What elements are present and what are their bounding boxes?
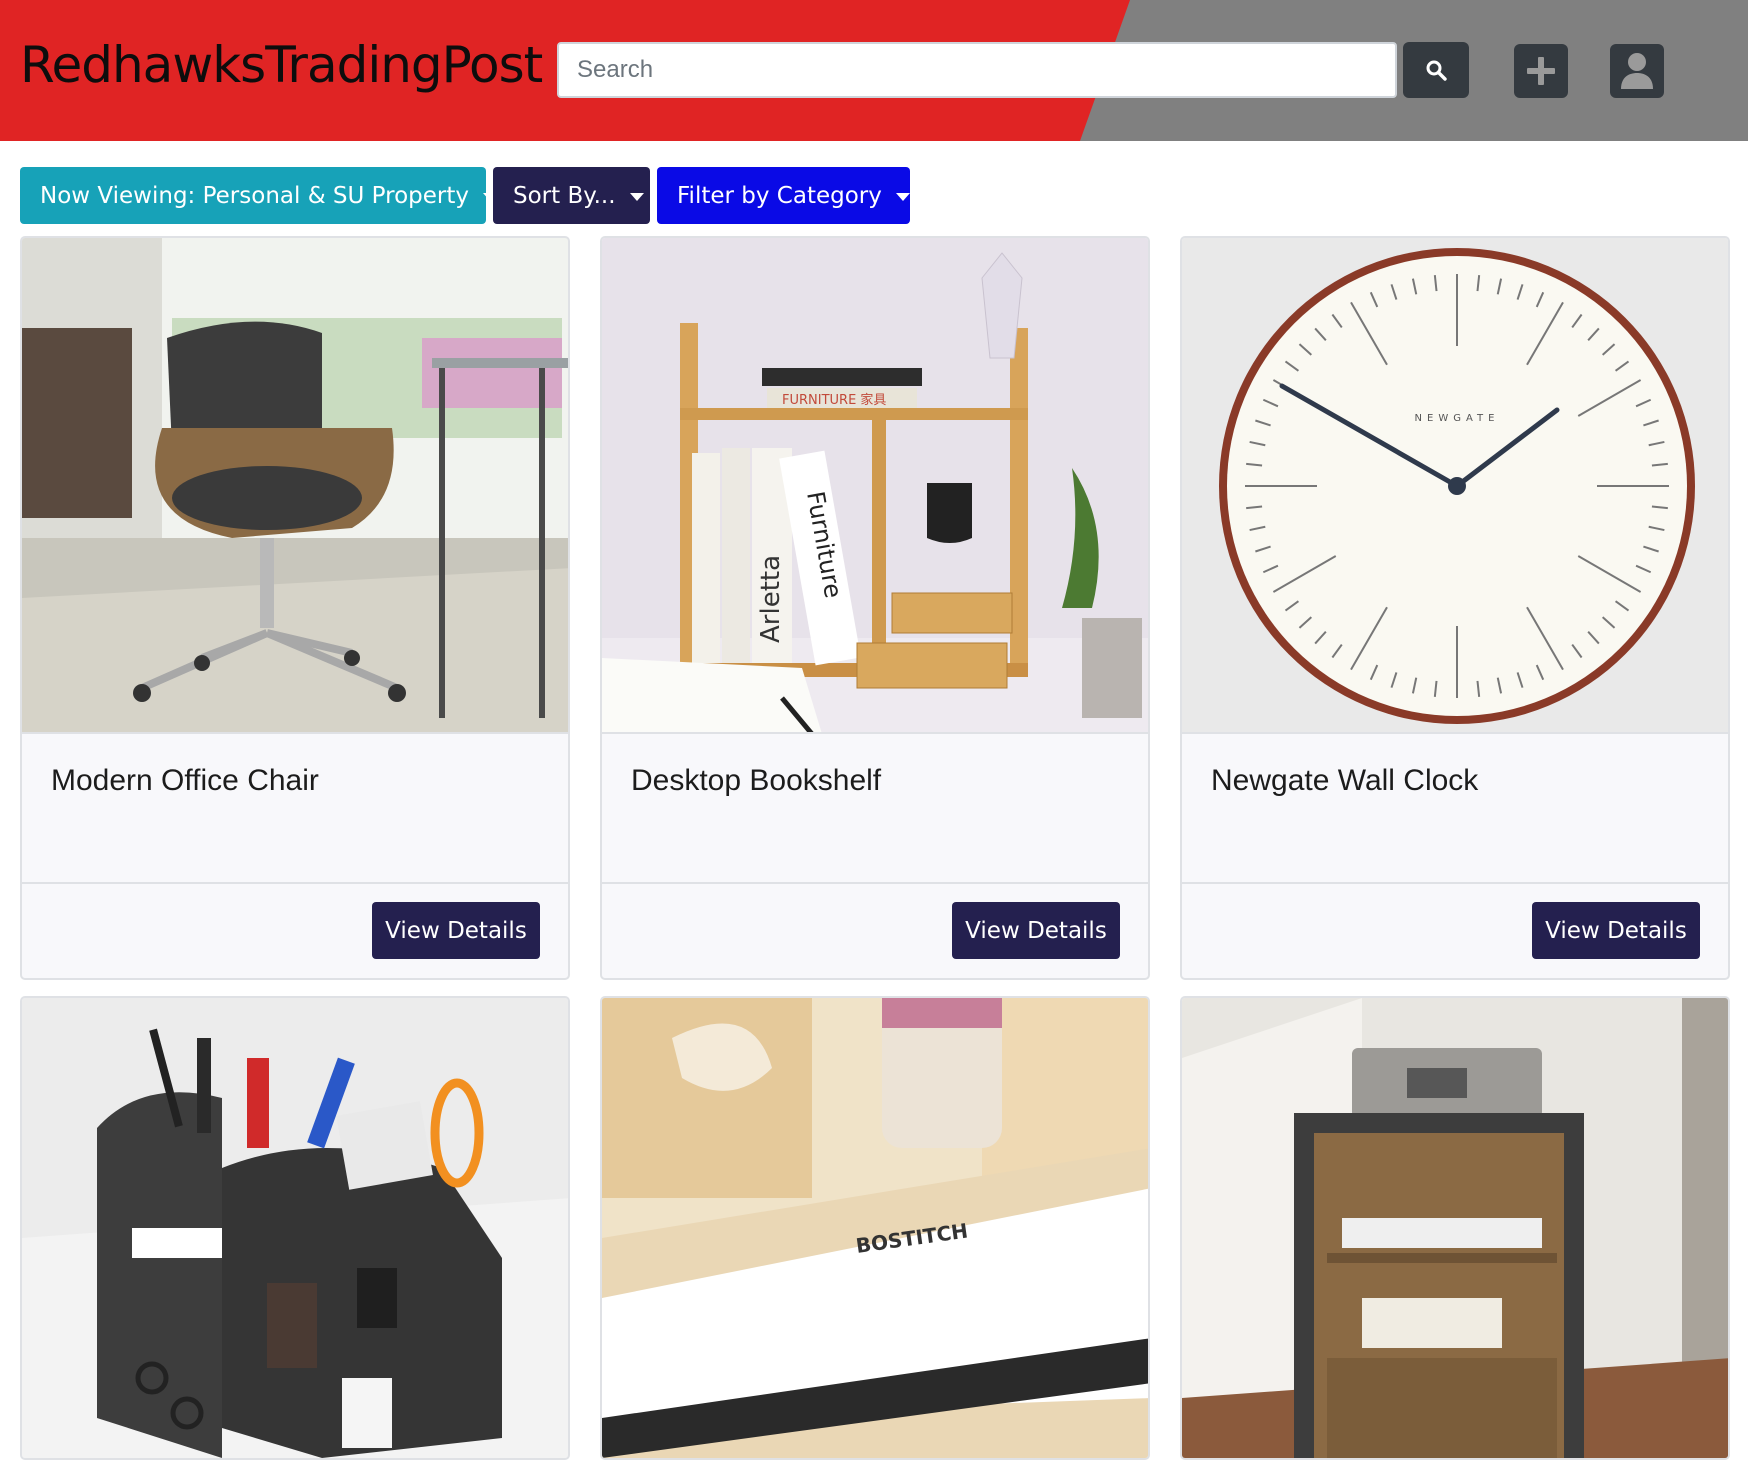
filter-category-dropdown[interactable]: Filter by Category	[657, 167, 910, 224]
view-details-button[interactable]: View Details	[1532, 902, 1700, 959]
view-details-button[interactable]: View Details	[372, 902, 540, 959]
book-top-label: FURNITURE 家具	[782, 392, 886, 408]
product-card	[1180, 996, 1730, 1460]
add-listing-button[interactable]	[1514, 44, 1568, 98]
top-navbar: RedhawksTradingPost	[0, 0, 1748, 141]
filter-category-label: Filter by Category	[677, 182, 882, 209]
profile-button[interactable]	[1610, 44, 1664, 98]
product-image-wall-clock[interactable]: NEWGATE	[1182, 238, 1728, 734]
search-button[interactable]	[1403, 42, 1469, 98]
product-card	[20, 996, 570, 1460]
now-viewing-label: Now Viewing: Personal & SU Property	[40, 182, 470, 209]
product-image-desk-organizer[interactable]	[22, 998, 568, 1458]
view-details-button[interactable]: View Details	[952, 902, 1120, 959]
product-title: Desktop Bookshelf	[602, 734, 1148, 884]
caret-down-icon	[629, 192, 644, 201]
product-card: BOSTITCH	[600, 996, 1150, 1460]
product-image-stapler[interactable]: BOSTITCH	[602, 998, 1148, 1458]
card-footer: View Details	[1182, 884, 1728, 978]
now-viewing-dropdown[interactable]: Now Viewing: Personal & SU Property	[20, 167, 498, 224]
sort-by-dropdown[interactable]: Sort By...	[493, 167, 650, 224]
brand-logo-text[interactable]: RedhawksTradingPost	[20, 36, 543, 94]
clock-brand-label: NEWGATE	[1415, 413, 1500, 424]
product-title: Modern Office Chair	[22, 734, 568, 884]
book-spine-arletta: Arletta	[756, 555, 786, 643]
search-icon	[1426, 60, 1447, 81]
filter-toolbar: Now Viewing: Personal & SU Property Sort…	[20, 167, 910, 224]
product-card: Modern Office Chair View Details	[20, 236, 570, 980]
caret-down-icon	[895, 192, 910, 201]
product-card: NEWGATE Newgate Wall Clock View Details	[1180, 236, 1730, 980]
product-title: Newgate Wall Clock	[1182, 734, 1728, 884]
product-card: FURNITURE 家具 Arletta Furniture Desktop B…	[600, 236, 1150, 980]
card-footer: View Details	[22, 884, 568, 978]
card-footer: View Details	[602, 884, 1148, 978]
search-input[interactable]	[557, 42, 1397, 98]
product-image-printer-stand[interactable]	[1182, 998, 1728, 1458]
user-icon	[1621, 53, 1653, 89]
plus-icon	[1527, 57, 1555, 85]
sort-by-label: Sort By...	[513, 182, 616, 209]
product-image-desktop-bookshelf[interactable]: FURNITURE 家具 Arletta Furniture	[602, 238, 1148, 734]
product-image-office-chair[interactable]	[22, 238, 568, 734]
